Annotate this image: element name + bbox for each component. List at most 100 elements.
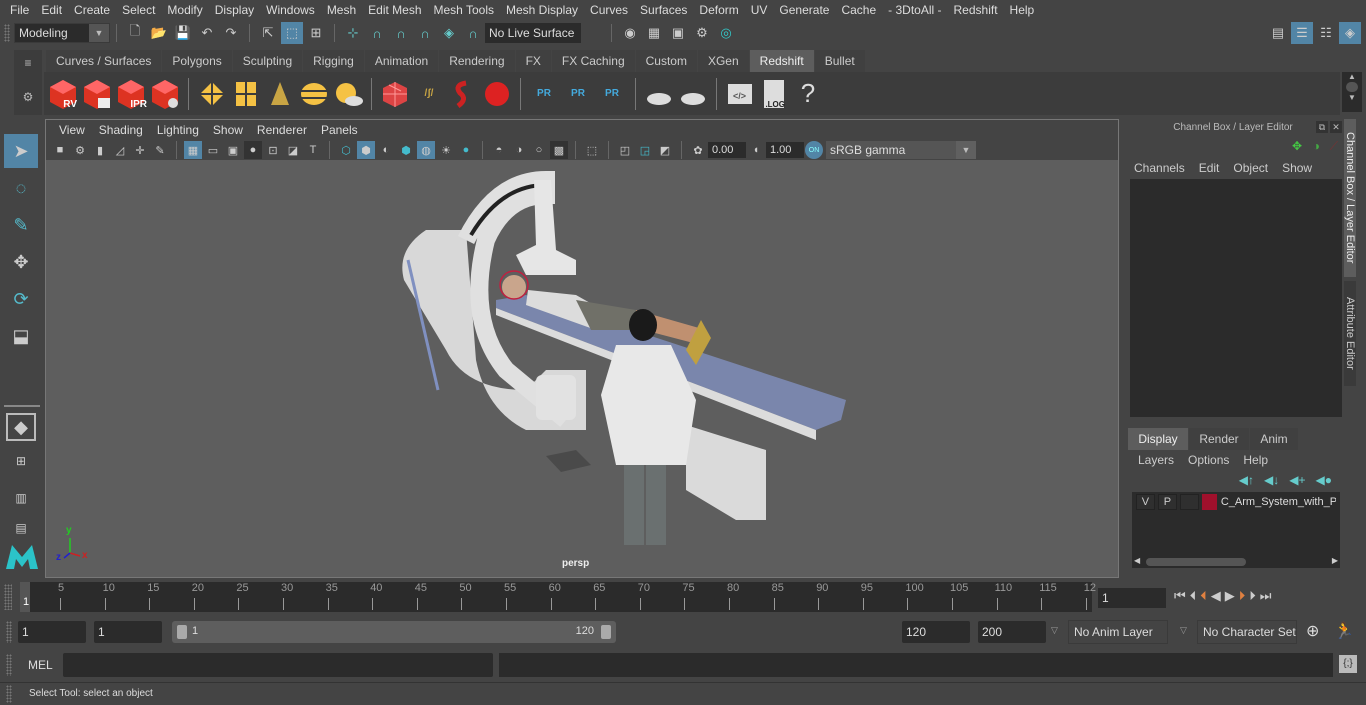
layer-display-type-toggle[interactable] xyxy=(1179,494,1199,510)
resolution-gate-icon[interactable]: ▣ xyxy=(224,141,242,159)
menu-mesh-tools[interactable]: Mesh Tools xyxy=(428,3,500,17)
attribute-editor-toggle-icon[interactable]: ☰ xyxy=(1291,22,1313,44)
scroll-thumb[interactable] xyxy=(1346,82,1358,92)
layer-menu-help[interactable]: Help xyxy=(1243,453,1268,467)
redshift-log-icon[interactable]: .LOG xyxy=(758,76,790,112)
scroll-left-icon[interactable]: ◀ xyxy=(1134,556,1140,565)
hypershade-icon[interactable]: ◎ xyxy=(715,22,737,44)
redshift-mesh-light-icon[interactable] xyxy=(447,76,479,112)
anim-layer-dropdown[interactable]: No Anim Layer xyxy=(1068,620,1168,644)
animation-preferences-icon[interactable]: 🏃 xyxy=(1334,621,1354,641)
tool-settings-icon[interactable]: ☷ xyxy=(1315,22,1337,44)
redshift-proxy-icon[interactable]: PR xyxy=(528,76,560,112)
depth-of-field-icon[interactable]: ▩ xyxy=(550,141,568,159)
snap-view-plane-icon[interactable]: ∩ xyxy=(414,22,436,44)
shelf-tab-bullet[interactable]: Bullet xyxy=(814,50,865,72)
play-backwards-icon[interactable]: ◀ xyxy=(1211,588,1221,604)
redshift-render-sequence-icon[interactable] xyxy=(81,76,113,112)
camera-select-icon[interactable]: ■ xyxy=(51,141,69,159)
new-empty-layer-icon[interactable]: ◀+ xyxy=(1289,473,1305,487)
shelf-tab-polygons[interactable]: Polygons xyxy=(162,50,232,72)
channel-box-menu-edit[interactable]: Edit xyxy=(1199,161,1220,175)
gamma-field[interactable]: 1.00 xyxy=(766,142,804,158)
layer-visibility-toggle[interactable]: V xyxy=(1136,494,1155,510)
menu-surfaces[interactable]: Surfaces xyxy=(634,3,693,17)
menu-edit-mesh[interactable]: Edit Mesh xyxy=(362,3,427,17)
select-object-icon[interactable]: ⬚ xyxy=(281,22,303,44)
grip-handle[interactable] xyxy=(4,24,10,42)
perspective-viewport[interactable]: y x z persp xyxy=(46,160,1118,577)
snap-point-icon[interactable]: ∩ xyxy=(390,22,412,44)
playback-end-field[interactable]: 120 xyxy=(902,621,970,643)
speed-icon[interactable]: ◑ xyxy=(1313,139,1320,153)
menu-display[interactable]: Display xyxy=(209,3,260,17)
shelf-tab-custom[interactable]: Custom xyxy=(635,50,697,72)
move-layer-up-icon[interactable]: ◀↑ xyxy=(1239,473,1254,487)
menu-file[interactable]: File xyxy=(4,3,35,17)
layer-row[interactable]: V P C_Arm_System_with_Pa xyxy=(1132,492,1340,512)
animation-start-field[interactable]: 1 xyxy=(18,621,86,643)
animation-end-field[interactable]: 200 xyxy=(978,621,1046,643)
viewport-menu-shading[interactable]: Shading xyxy=(92,123,150,137)
layer-menu-options[interactable]: Options xyxy=(1188,453,1229,467)
make-live-icon[interactable]: ∩ xyxy=(462,22,484,44)
shelf-scrollbar[interactable]: ▲ ▼ xyxy=(1342,72,1362,112)
field-chart-icon[interactable]: ⊡ xyxy=(264,141,282,159)
viewport-menu-view[interactable]: View xyxy=(52,123,92,137)
script-editor-icon[interactable]: {;} xyxy=(1339,655,1357,673)
redo-icon[interactable]: ↷ xyxy=(220,22,242,44)
time-slider[interactable]: 1 5 10 15 20 25 30 35 40 45 50 55 60 65 70 75 80 85 90 95 1… xyxy=(20,582,1096,612)
chevron-down-icon[interactable]: ▽ xyxy=(1180,625,1187,636)
gamma-icon[interactable]: ◖ xyxy=(747,141,765,159)
shelf-tab-rendering[interactable]: Rendering xyxy=(439,50,515,72)
shelf-tab-rigging[interactable]: Rigging xyxy=(303,50,364,72)
shelf-tab-animation[interactable]: Animation xyxy=(364,50,439,72)
menu-3dtoall[interactable]: - 3DtoAll - xyxy=(882,3,947,17)
shelf-menu-icon[interactable]: ≡ xyxy=(14,56,42,70)
save-scene-icon[interactable]: 💾 xyxy=(172,22,194,44)
chevron-down-icon[interactable]: ▽ xyxy=(1051,625,1058,636)
channel-box-menu-show[interactable]: Show xyxy=(1282,161,1312,175)
play-forwards-icon[interactable]: ▶ xyxy=(1225,588,1235,604)
menu-cache[interactable]: Cache xyxy=(835,3,882,17)
menu-edit[interactable]: Edit xyxy=(35,3,68,17)
grip-handle[interactable] xyxy=(4,584,12,610)
menu-create[interactable]: Create xyxy=(68,3,116,17)
snap-curve-icon[interactable]: ∩ xyxy=(366,22,388,44)
exposure-field[interactable]: 0.00 xyxy=(708,142,746,158)
shelf-tab-redshift[interactable]: Redshift xyxy=(749,50,814,72)
bookmark-icon[interactable]: ▮ xyxy=(91,141,109,159)
ipr-render-icon[interactable]: ▣ xyxy=(667,22,689,44)
image-plane-icon[interactable]: ◿ xyxy=(111,141,129,159)
rotate-tool-icon[interactable]: ⟳ xyxy=(4,282,38,316)
step-forward-frame-icon[interactable]: ⏵ xyxy=(1249,588,1256,604)
scale-tool-icon[interactable]: ⬓ xyxy=(4,319,38,353)
hyper-icon[interactable]: ⟋ xyxy=(1330,139,1338,154)
xray-active-icon[interactable]: ◲ xyxy=(636,141,654,159)
redshift-hair-icon[interactable]: /ʃ/ xyxy=(413,76,445,112)
gate-mask-icon[interactable]: ● xyxy=(244,141,262,159)
redshift-proxy-swap-icon[interactable]: PR xyxy=(596,76,628,112)
scroll-up-icon[interactable]: ▲ xyxy=(1342,72,1362,81)
scroll-thumb[interactable] xyxy=(1146,558,1246,566)
render-settings-icon[interactable]: ⚙ xyxy=(691,22,713,44)
use-all-lights-icon[interactable]: ☀ xyxy=(437,141,455,159)
menu-select[interactable]: Select xyxy=(116,3,161,17)
redshift-ies-light-icon[interactable] xyxy=(264,76,296,112)
channel-box-menu-object[interactable]: Object xyxy=(1233,161,1268,175)
textured-icon[interactable]: ◍ xyxy=(417,141,435,159)
layer-name[interactable]: C_Arm_System_with_Pa xyxy=(1221,496,1336,508)
current-frame-field[interactable]: 1 xyxy=(1098,588,1166,608)
xray-icon[interactable]: ⬢ xyxy=(397,141,415,159)
close-icon[interactable]: ✕ xyxy=(1330,121,1342,133)
redshift-ipr-icon[interactable]: IPR xyxy=(115,76,147,112)
select-hierarchy-icon[interactable]: ⇱ xyxy=(257,22,279,44)
shelf-settings-icon[interactable]: ⚙ xyxy=(14,90,42,104)
redshift-area-light-icon[interactable] xyxy=(196,76,228,112)
smooth-shade-icon[interactable]: ⬢ xyxy=(357,141,375,159)
redshift-material-ball-icon[interactable] xyxy=(481,76,513,112)
go-to-start-icon[interactable]: ⏮ xyxy=(1174,588,1186,604)
menu-uv[interactable]: UV xyxy=(745,3,774,17)
step-back-key-icon[interactable]: ⏴ xyxy=(1200,588,1207,604)
step-forward-key-icon[interactable]: ⏵ xyxy=(1239,588,1246,604)
